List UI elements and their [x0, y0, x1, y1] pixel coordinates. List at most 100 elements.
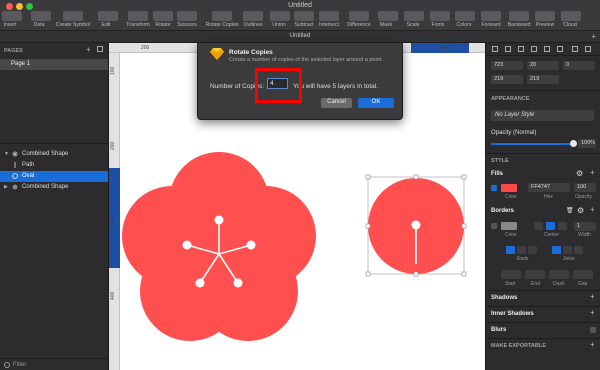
rotation-field[interactable]: 0 — [563, 61, 595, 70]
new-tab-button[interactable]: + — [591, 32, 596, 41]
toolbar-edit-button[interactable]: Edit — [98, 11, 118, 30]
border-outside-button[interactable] — [558, 222, 567, 230]
fill-hex-field[interactable]: FF4747 — [528, 183, 570, 192]
fill-enabled-checkbox[interactable] — [491, 185, 497, 191]
toolbar-scissors-button[interactable]: Scissors — [176, 11, 198, 30]
join-miter-button[interactable] — [552, 246, 561, 254]
align-right-icon[interactable] — [518, 46, 524, 52]
x-field[interactable]: 723 — [491, 61, 523, 70]
filter-input[interactable]: Filter — [13, 362, 26, 368]
toolbar-rotate-copies-button[interactable]: Rotate Copies — [203, 11, 241, 30]
layer-style-select[interactable]: No Layer Style — [491, 110, 594, 121]
toolbar-preview-button[interactable]: Preview — [533, 11, 557, 30]
border-width-label: Width — [578, 232, 591, 238]
sketch-window: Untitled Insert Data Create Symbol Edit Tran… — [0, 0, 600, 370]
toolbar-subtract-button[interactable]: Subtract — [292, 11, 316, 30]
ok-button[interactable]: OK — [358, 98, 394, 108]
cancel-button[interactable]: Cancel — [321, 98, 352, 108]
toolbar-union-button[interactable]: Union — [270, 11, 290, 30]
add-border-button[interactable]: + — [590, 205, 595, 214]
toolbar-scale-button[interactable]: Scale — [404, 11, 424, 30]
scale-icon — [404, 11, 424, 21]
gap-label: Gap — [578, 281, 588, 287]
height-field[interactable]: 219 — [527, 75, 559, 84]
end-butt-button[interactable] — [506, 246, 515, 254]
toolbar-colors-button[interactable]: Colors — [455, 11, 475, 30]
opacity-field[interactable]: 100% — [578, 139, 596, 148]
join-round-button[interactable] — [563, 246, 572, 254]
document-tab[interactable]: Untitled — [0, 33, 600, 39]
fill-settings-icon[interactable]: ⚙ — [576, 169, 583, 178]
toolbar-outlines-button[interactable]: Outlines — [240, 11, 266, 30]
add-page-button[interactable]: + — [86, 45, 91, 54]
end-arrow-field[interactable] — [525, 270, 545, 279]
border-center-button[interactable] — [546, 222, 555, 230]
blurs-header[interactable]: Blurs — [491, 327, 506, 333]
oval-icon — [12, 173, 18, 179]
path-icon — [14, 162, 16, 168]
inner-shadows-header[interactable]: Inner Shadows — [491, 311, 534, 317]
toolbar-create-symbol-button[interactable]: Create Symbol — [54, 11, 92, 30]
layer-path[interactable]: Path — [0, 160, 108, 171]
fill-opacity-field[interactable]: 100 — [574, 183, 596, 192]
toggle-pages-icon[interactable] — [97, 46, 103, 52]
border-color-swatch[interactable] — [501, 222, 517, 230]
disclosure-right-icon[interactable]: ▶ — [4, 184, 8, 190]
toolbar-rotate-button[interactable]: Rotate — [152, 11, 174, 30]
layer-combined-shape-2[interactable]: ▶ Combined Shape — [0, 182, 108, 193]
end-round-button[interactable] — [517, 246, 526, 254]
union-icon — [270, 11, 290, 21]
add-inner-shadow-button[interactable]: + — [590, 308, 595, 317]
disclosure-down-icon[interactable]: ▼ — [4, 151, 9, 157]
toolbar-data-button[interactable]: Data — [31, 11, 51, 30]
align-center-icon[interactable] — [505, 46, 511, 52]
toolbar-label: Create Symbol — [55, 22, 91, 28]
layers-panel: PAGES + Page 1 ▼ Combined Shape Path Ova… — [0, 43, 109, 370]
align-top-icon[interactable] — [531, 46, 537, 52]
align-middle-icon[interactable] — [544, 46, 550, 52]
section-divider — [486, 338, 600, 339]
fill-color-swatch[interactable] — [501, 184, 517, 192]
align-left-icon[interactable] — [492, 46, 498, 52]
distribute-v-icon[interactable] — [585, 46, 591, 52]
toolbar-label: Mask — [379, 22, 393, 28]
delete-border-icon[interactable]: 🗑 — [566, 207, 574, 214]
add-fill-button[interactable]: + — [590, 168, 595, 177]
cloud-icon — [561, 11, 581, 21]
distribute-h-icon[interactable] — [572, 46, 578, 52]
layer-oval[interactable]: Oval — [0, 171, 108, 182]
toolbar-cloud-button[interactable]: Cloud — [561, 11, 581, 30]
toolbar-intersect-button[interactable]: Intersect — [316, 11, 342, 30]
symbol-icon — [63, 11, 83, 21]
border-inside-button[interactable] — [534, 222, 543, 230]
dash-field[interactable] — [549, 270, 569, 279]
shadows-header[interactable]: Shadows — [491, 295, 517, 301]
toolbar-forward-button[interactable]: Forward — [480, 11, 502, 30]
vertical-ruler: 100 200 300 400 — [109, 53, 120, 370]
opacity-slider[interactable] — [491, 143, 573, 145]
add-shadow-button[interactable]: + — [590, 292, 595, 301]
border-enabled-checkbox[interactable] — [491, 223, 497, 229]
width-field[interactable]: 219 — [491, 75, 523, 84]
blur-checkbox[interactable] — [590, 327, 596, 333]
add-export-button[interactable]: + — [590, 340, 595, 349]
toolbar-backward-button[interactable]: Backward — [506, 11, 532, 30]
end-square-button[interactable] — [528, 246, 537, 254]
border-settings-icon[interactable]: ⚙ — [577, 206, 584, 215]
opacity-slider-knob[interactable] — [569, 140, 577, 147]
start-arrow-field[interactable] — [501, 270, 521, 279]
toolbar-mask-button[interactable]: Mask — [378, 11, 398, 30]
ruler-label: 600 — [442, 45, 451, 51]
toolbar-transform-button[interactable]: Transform — [124, 11, 152, 30]
page-item[interactable]: Page 1 — [0, 59, 108, 70]
toolbar-difference-button[interactable]: Difference — [344, 11, 374, 30]
layer-combined-shape[interactable]: ▼ Combined Shape — [0, 149, 108, 160]
join-bevel-button[interactable] — [574, 246, 583, 254]
border-width-field[interactable]: 1 — [574, 222, 596, 231]
toolbar-label: Scissors — [177, 22, 197, 28]
gap-field[interactable] — [573, 270, 593, 279]
y-field[interactable]: 20 — [527, 61, 559, 70]
toolbar-fonts-button[interactable]: Fonts — [430, 11, 450, 30]
toolbar-insert-button[interactable]: Insert — [2, 11, 22, 30]
align-bottom-icon[interactable] — [557, 46, 563, 52]
